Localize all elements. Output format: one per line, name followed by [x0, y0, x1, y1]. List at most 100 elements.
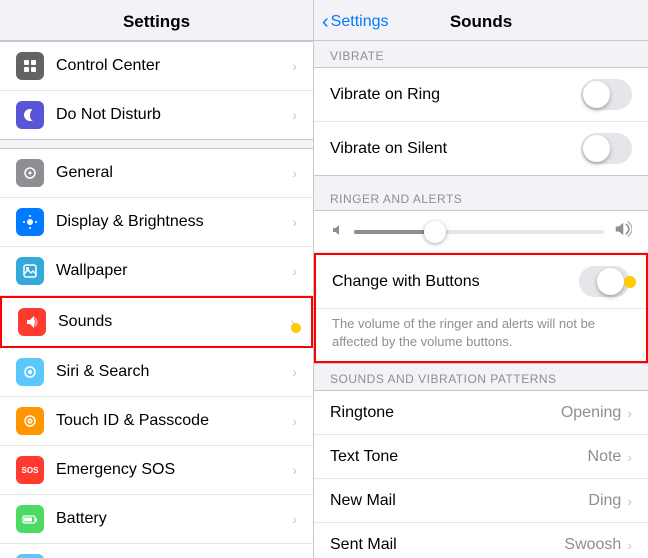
new-mail-value: Ding [588, 492, 621, 510]
touchid-label: Touch ID & Passcode [56, 412, 292, 430]
cwb-note-text: The volume of the ringer and alerts will… [316, 309, 646, 361]
sidebar-item-touchid[interactable]: Touch ID & Passcode › [0, 397, 313, 446]
display-label: Display & Brightness [56, 213, 292, 231]
vibrate-on-ring-label: Vibrate on Ring [330, 86, 581, 104]
text-tone-chevron: › [627, 449, 632, 465]
ringer-label: RINGER AND ALERTS [314, 184, 648, 210]
left-title: Settings [123, 12, 190, 31]
sidebar-item-battery[interactable]: Battery › [0, 495, 313, 544]
cwb-toggle[interactable] [579, 266, 630, 297]
patterns-group: SOUNDS AND VIBRATION PATTERNS Ringtone O… [314, 364, 648, 558]
ringer-group: RINGER AND ALERTS [314, 184, 648, 364]
battery-chevron: › [292, 511, 297, 527]
sidebar-item-sounds[interactable]: Sounds › [0, 296, 313, 348]
back-label: Settings [331, 13, 389, 31]
sent-mail-chevron: › [627, 537, 632, 553]
sos-chevron: › [292, 462, 297, 478]
sidebar-item-dnd[interactable]: Do Not Disturb › [0, 91, 313, 139]
control-center-icon [16, 52, 44, 80]
ringer-section: Change with Buttons The volume of the ri… [314, 210, 648, 364]
touchid-chevron: › [292, 413, 297, 429]
sidebar-item-sos[interactable]: SOS Emergency SOS › [0, 446, 313, 495]
cwb-wrapper: Change with Buttons The volume of the ri… [314, 253, 648, 363]
slider-fill [354, 230, 429, 234]
sidebar-item-control-center[interactable]: Control Center › [0, 42, 313, 91]
cursor-dot [291, 323, 301, 333]
new-mail-row[interactable]: New Mail Ding › [314, 479, 648, 523]
sent-mail-value: Swoosh [564, 536, 621, 554]
display-icon [16, 208, 44, 236]
top-section: Control Center › Do Not Disturb › [0, 41, 313, 140]
sidebar-item-display[interactable]: Display & Brightness › [0, 198, 313, 247]
settings-list: Control Center › Do Not Disturb › Genera… [0, 41, 313, 558]
sounds-icon [18, 308, 46, 336]
right-header: ‹ Settings Sounds [314, 0, 648, 41]
patterns-label: SOUNDS AND VIBRATION PATTERNS [314, 364, 648, 390]
cursor-indicator [624, 276, 636, 288]
vibrate-on-ring-toggle[interactable] [581, 79, 632, 110]
sidebar-item-siri[interactable]: Siri & Search › [0, 348, 313, 397]
display-chevron: › [292, 214, 297, 230]
volume-low-icon [330, 222, 346, 241]
ringtone-value: Opening [561, 404, 622, 422]
wallpaper-icon [16, 257, 44, 285]
patterns-section: Ringtone Opening › Text Tone Note › New … [314, 390, 648, 558]
general-label: General [56, 164, 292, 182]
cwb-toggle-area [579, 266, 630, 297]
text-tone-value: Note [588, 448, 622, 466]
settings-left-panel: Settings Control Center › Do Not Disturb… [0, 0, 314, 558]
cwb-label: Change with Buttons [332, 273, 579, 291]
volume-high-icon [612, 219, 632, 244]
sent-mail-label: Sent Mail [330, 536, 564, 554]
sent-mail-row[interactable]: Sent Mail Swoosh › [314, 523, 648, 558]
sounds-chevron: › [290, 314, 295, 330]
vibrate-on-silent-toggle[interactable] [581, 133, 632, 164]
sounds-label: Sounds [58, 313, 290, 331]
vibrate-label: VIBRATE [314, 41, 648, 67]
siri-label: Siri & Search [56, 363, 292, 381]
toggle-thumb [583, 81, 610, 108]
text-tone-label: Text Tone [330, 448, 588, 466]
vibrate-on-silent-row[interactable]: Vibrate on Silent [314, 122, 648, 175]
wallpaper-chevron: › [292, 263, 297, 279]
sos-icon: SOS [16, 456, 44, 484]
right-content: VIBRATE Vibrate on Ring Vibrate on Silen… [314, 41, 648, 558]
ringtone-chevron: › [627, 405, 632, 421]
vibrate-section: Vibrate on Ring Vibrate on Silent [314, 67, 648, 176]
siri-chevron: › [292, 364, 297, 380]
new-mail-chevron: › [627, 493, 632, 509]
middle-section: General › Display & Brightness › Wallpap… [0, 148, 313, 558]
volume-slider-row[interactable] [314, 211, 648, 253]
sidebar-item-wallpaper[interactable]: Wallpaper › [0, 247, 313, 296]
dnd-chevron: › [292, 107, 297, 123]
change-with-buttons-row[interactable]: Change with Buttons [316, 255, 646, 309]
sidebar-item-general[interactable]: General › [0, 149, 313, 198]
dnd-icon [16, 101, 44, 129]
general-chevron: › [292, 165, 297, 181]
control-center-label: Control Center [56, 57, 292, 75]
new-mail-label: New Mail [330, 492, 588, 510]
touchid-icon [16, 407, 44, 435]
vibrate-group: VIBRATE Vibrate on Ring Vibrate on Silen… [314, 41, 648, 176]
cwb-toggle-thumb [597, 268, 624, 295]
wallpaper-label: Wallpaper [56, 262, 292, 280]
dnd-label: Do Not Disturb [56, 106, 292, 124]
vibrate-on-silent-label: Vibrate on Silent [330, 140, 581, 158]
sounds-right-panel: ‹ Settings Sounds VIBRATE Vibrate on Rin… [314, 0, 648, 558]
slider-knob [424, 221, 446, 243]
volume-slider-track[interactable] [354, 230, 604, 234]
control-center-chevron: › [292, 58, 297, 74]
toggle-thumb-2 [583, 135, 610, 162]
right-title: Sounds [450, 12, 512, 32]
privacy-icon [16, 554, 44, 558]
sidebar-item-privacy[interactable]: Privacy › [0, 544, 313, 558]
battery-icon [16, 505, 44, 533]
general-icon [16, 159, 44, 187]
ringtone-label: Ringtone [330, 404, 561, 422]
back-button[interactable]: ‹ Settings [322, 11, 388, 34]
siri-icon [16, 358, 44, 386]
vibrate-on-ring-row[interactable]: Vibrate on Ring [314, 68, 648, 122]
ringtone-row[interactable]: Ringtone Opening › [314, 391, 648, 435]
left-header: Settings [0, 0, 313, 41]
text-tone-row[interactable]: Text Tone Note › [314, 435, 648, 479]
